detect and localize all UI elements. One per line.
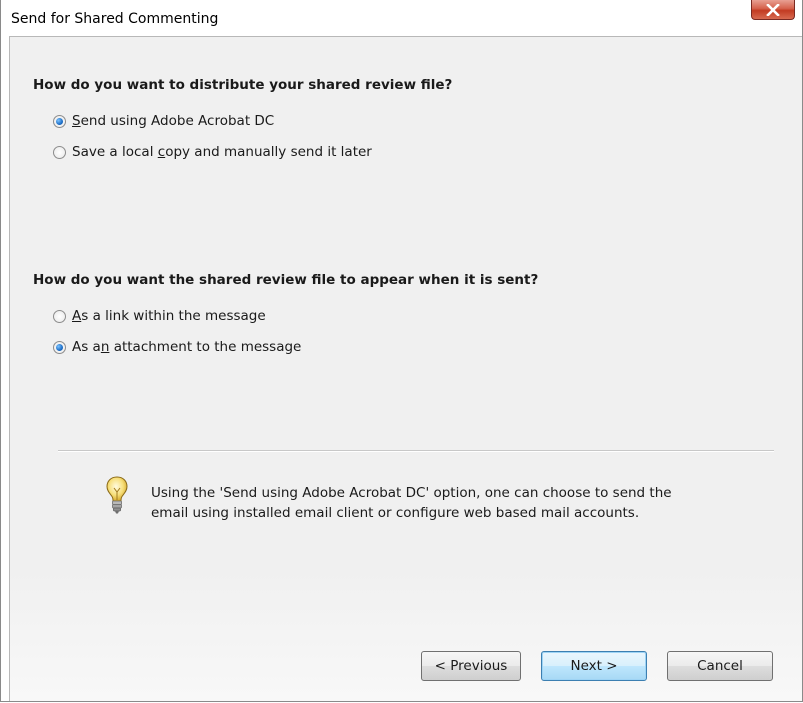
radio-as-attachment[interactable]: As an attachment to the message	[53, 339, 301, 355]
radio-button[interactable]	[53, 145, 66, 159]
dialog-content: How do you want to distribute your share…	[9, 36, 802, 701]
radio-button[interactable]	[53, 309, 66, 323]
radio-label: Save a local copy and manually send it l…	[72, 144, 372, 160]
radio-send-acrobat[interactable]: Send using Adobe Acrobat DC	[53, 113, 274, 129]
radio-save-local-copy[interactable]: Save a local copy and manually send it l…	[53, 144, 372, 160]
distribution-question: How do you want to distribute your share…	[33, 77, 453, 93]
window-title: Send for Shared Commenting	[11, 11, 219, 27]
radio-label: Send using Adobe Acrobat DC	[72, 113, 275, 129]
radio-label: As an attachment to the message	[72, 339, 302, 355]
info-line-1: Using the 'Send using Adobe Acrobat DC' …	[151, 485, 672, 501]
info-message: Using the 'Send using Adobe Acrobat DC' …	[151, 483, 751, 523]
close-icon	[766, 4, 780, 16]
separator	[58, 450, 774, 452]
radio-label: As a link within the message	[72, 308, 266, 324]
lightbulb-icon	[106, 476, 128, 514]
radio-button-checked[interactable]	[53, 340, 66, 354]
dialog-window: Send for Shared Commenting How do you wa…	[0, 0, 803, 702]
appearance-question: How do you want the shared review file t…	[33, 272, 539, 288]
radio-button-checked[interactable]	[53, 114, 66, 128]
next-button[interactable]: Next >	[541, 651, 647, 681]
radio-as-link[interactable]: As a link within the message	[53, 308, 266, 324]
cancel-button[interactable]: Cancel	[667, 651, 773, 681]
previous-button[interactable]: < Previous	[421, 651, 521, 681]
title-bar: Send for Shared Commenting	[1, 0, 802, 36]
close-button[interactable]	[751, 0, 795, 20]
info-line-2: email using installed email client or co…	[151, 505, 640, 521]
